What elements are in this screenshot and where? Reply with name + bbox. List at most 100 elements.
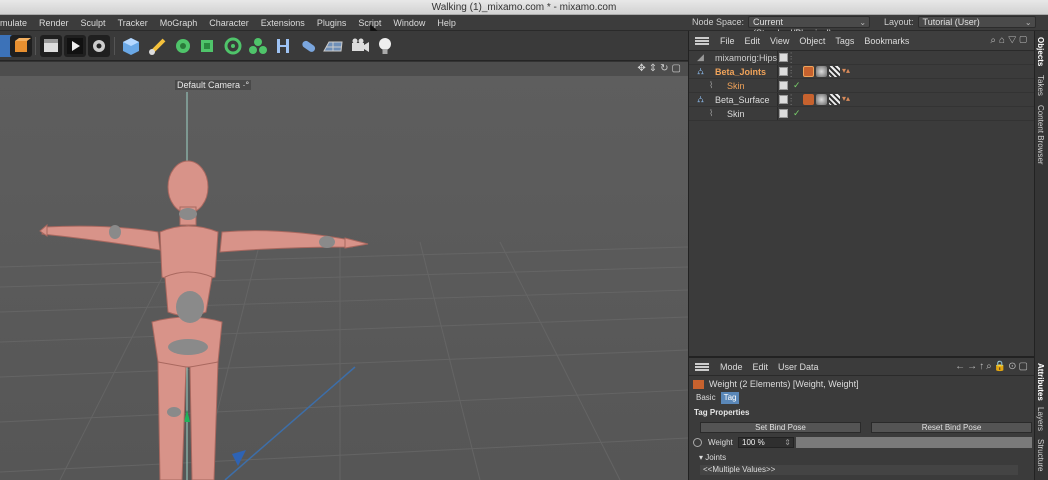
atom-array-button[interactable] (247, 35, 269, 57)
node-space-group: Node Space: Current (Standard/Physical) … (692, 16, 871, 38)
menu-window[interactable]: Window (387, 15, 431, 31)
subdivision-button[interactable] (172, 35, 194, 57)
selection-tag-icon[interactable]: ▾▴ (842, 66, 853, 77)
weight-label: Weight (708, 437, 733, 447)
menu-tracker[interactable]: Tracker (112, 15, 154, 31)
object-row-beta-joints[interactable]: ⛼ Beta_Joints :: ▾▴ (689, 65, 1034, 79)
grid-icon (323, 41, 343, 52)
make-editable-button[interactable] (10, 35, 32, 57)
3d-viewport[interactable]: ✥⇕↻▢ Default Camera ·° (0, 62, 688, 480)
camera-button[interactable] (349, 35, 371, 57)
attr-title-row: Weight (2 Elements) [Weight, Weight] (689, 376, 1034, 392)
attr-menu-user-data[interactable]: User Data (773, 362, 824, 372)
pen-button[interactable] (146, 35, 168, 57)
field-button[interactable] (298, 35, 320, 57)
node-space-dropdown[interactable]: Current (Standard/Physical) ⌄ (748, 16, 871, 38)
side-tab-takes[interactable]: Takes (1036, 75, 1045, 96)
side-tab-attributes[interactable]: Attributes (1036, 363, 1045, 401)
om-menu-bookmarks[interactable]: Bookmarks (859, 36, 914, 46)
bend-icon (277, 39, 289, 53)
texture-tag-icon[interactable] (829, 94, 840, 105)
render-dots-icon[interactable]: :: (790, 65, 792, 79)
toolbar-separator (35, 37, 36, 55)
camera-label[interactable]: Default Camera ·° (175, 80, 252, 90)
render-region-button[interactable] (40, 35, 62, 57)
enabled-check-icon[interactable]: ✓ (793, 80, 801, 91)
object-row-skin-2[interactable]: ⌇ Skin ✓ (689, 107, 1034, 121)
attr-nav-icons[interactable]: ←→↑⌕🔒⊙▢ (955, 361, 1030, 372)
cloner-button[interactable] (222, 35, 244, 57)
hamburger-icon[interactable] (695, 36, 709, 45)
floor-button[interactable] (322, 35, 344, 57)
clapper-icon (44, 39, 58, 52)
subdivision-icon (176, 39, 190, 53)
deformer-button[interactable] (272, 35, 294, 57)
viewport-scene (0, 62, 688, 480)
attributes-menu: Mode Edit User Data ←→↑⌕🔒⊙▢ (689, 358, 1034, 376)
cube-button[interactable] (120, 35, 142, 57)
cube-icon (123, 38, 139, 55)
render-dots-icon[interactable]: :: (790, 93, 792, 107)
render-dots-icon[interactable]: :: (790, 51, 792, 65)
texture-tag-icon[interactable] (829, 66, 840, 77)
joints-section[interactable]: ▾ Joints (689, 453, 1034, 463)
atom-array-icon (249, 38, 267, 54)
tag-icons: ▾▴ (803, 66, 853, 77)
weight-input[interactable]: 100 % ⇕ (738, 436, 794, 448)
viewport-navigation-icons[interactable]: ✥⇕↻▢ (637, 63, 684, 74)
attr-menu-mode[interactable]: Mode (715, 362, 748, 372)
om-menu-tags[interactable]: Tags (830, 36, 859, 46)
render-settings-button[interactable] (88, 35, 110, 57)
tab-basic[interactable]: Basic (693, 392, 719, 404)
menu-render[interactable]: Render (33, 15, 75, 31)
attr-menu-edit[interactable]: Edit (748, 362, 774, 372)
om-menu-view[interactable]: View (765, 36, 794, 46)
layout-dropdown[interactable]: Tutorial (User) ⌄ (917, 16, 1036, 28)
skin-icon: ⌇ (709, 108, 714, 118)
visibility-toggle[interactable] (779, 67, 788, 76)
joints-multiple-values: <<Multiple Values>> (700, 465, 1018, 475)
side-tab-structure[interactable]: Structure (1036, 439, 1045, 471)
om-search-icons[interactable]: ⌕⌂▽▢ (990, 35, 1030, 46)
light-button[interactable] (374, 35, 396, 57)
side-tab-content-browser[interactable]: Content Browser (1036, 105, 1045, 165)
menu-simulate[interactable]: mulate (0, 15, 33, 31)
menu-mograph[interactable]: MoGraph (154, 15, 204, 31)
object-row-skin-1[interactable]: ⌇ Skin ✓ (689, 79, 1034, 93)
visibility-toggle[interactable] (779, 53, 788, 62)
object-manager: File Edit View Object Tags Bookmarks ⌕⌂▽… (688, 31, 1034, 356)
menu-character[interactable]: Character (203, 15, 255, 31)
extrude-button[interactable] (196, 35, 218, 57)
stepper-icon[interactable]: ⇕ (784, 438, 791, 447)
enabled-check-icon[interactable]: ✓ (793, 108, 801, 119)
material-tag-icon[interactable] (816, 66, 827, 77)
visibility-toggle[interactable] (779, 95, 788, 104)
menu-extensions[interactable]: Extensions (255, 15, 311, 31)
om-menu-object[interactable]: Object (794, 36, 830, 46)
weight-animate-toggle[interactable] (693, 437, 702, 447)
om-menu-file[interactable]: File (715, 36, 740, 46)
side-tab-layers[interactable]: Layers (1036, 407, 1045, 431)
object-row-hips[interactable]: ◢ mixamorig:Hips :: (689, 51, 1034, 65)
menu-sculpt[interactable]: Sculpt (75, 15, 112, 31)
attr-title: Weight (2 Elements) [Weight, Weight] (709, 379, 859, 389)
object-row-beta-surface[interactable]: ⛼ Beta_Surface :: ▾▴ (689, 93, 1034, 107)
menu-help[interactable]: Help (431, 15, 462, 31)
set-bind-pose-button[interactable]: Set Bind Pose (700, 422, 861, 433)
menu-plugins[interactable]: Plugins (311, 15, 353, 31)
render-view-button[interactable] (64, 35, 86, 57)
visibility-toggle[interactable] (779, 81, 788, 90)
side-tab-objects[interactable]: Objects (1036, 37, 1045, 66)
weight-value: 100 % (742, 437, 765, 447)
main-menu-bar: mulate Render Sculpt Tracker MoGraph Cha… (0, 15, 1048, 38)
material-tag-icon[interactable] (816, 94, 827, 105)
weight-tag-icon[interactable] (803, 94, 814, 105)
hamburger-icon[interactable] (695, 362, 709, 371)
weight-tag-icon[interactable] (803, 66, 814, 77)
selection-tag-icon[interactable]: ▾▴ (842, 94, 853, 105)
reset-bind-pose-button[interactable]: Reset Bind Pose (871, 422, 1032, 433)
visibility-toggle[interactable] (779, 109, 788, 118)
weight-slider[interactable] (796, 436, 1032, 448)
om-menu-edit[interactable]: Edit (740, 36, 766, 46)
tab-tag[interactable]: Tag (720, 392, 740, 404)
